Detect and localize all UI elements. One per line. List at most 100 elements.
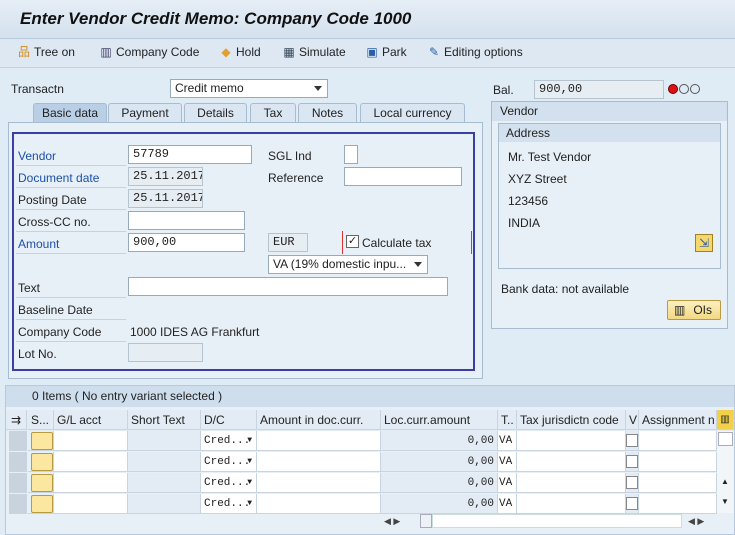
v-checkbox[interactable]: [626, 452, 639, 472]
tab-local-currency[interactable]: Local currency: [360, 103, 465, 123]
amount-doc-cell[interactable]: [257, 473, 381, 493]
column-header[interactable]: S...: [28, 410, 54, 430]
amount-input[interactable]: 900,00: [128, 233, 245, 252]
assignment-cell[interactable]: [639, 494, 717, 514]
local-amount-cell: 0,00: [381, 431, 498, 451]
v-checkbox[interactable]: [626, 431, 639, 451]
tree-on-label: Tree on: [34, 45, 75, 59]
hold-icon: ◆: [221, 45, 231, 59]
debit-credit-dropdown[interactable]: Cred... ▼: [201, 431, 257, 451]
vertical-scrollbar[interactable]: ▲ ▼: [717, 431, 734, 513]
tab-details[interactable]: Details: [184, 103, 247, 123]
tab-basic-data[interactable]: Basic data: [33, 103, 107, 123]
tree-on-button[interactable]: 品 Tree on: [17, 45, 75, 59]
status-button[interactable]: [28, 452, 54, 472]
chevron-down-icon: ▼: [247, 478, 252, 487]
company-code-label: Company Code: [116, 45, 200, 59]
title-bar: Enter Vendor Credit Memo: Company Code 1…: [0, 0, 735, 39]
amount-doc-cell[interactable]: [257, 494, 381, 514]
hold-button[interactable]: ◆ Hold: [219, 45, 260, 59]
debit-credit-dropdown[interactable]: Cred... ▼: [201, 452, 257, 472]
transaction-label: Transactn: [11, 82, 64, 96]
select-all-icon[interactable]: ⇉: [6, 410, 27, 430]
tax-code-cell[interactable]: VA: [498, 452, 517, 472]
editing-options-button[interactable]: ✎ Editing options: [427, 45, 523, 59]
v-checkbox[interactable]: [626, 473, 639, 493]
scroll-up-icon[interactable]: ▲: [721, 477, 729, 486]
column-header[interactable]: D/C: [201, 410, 257, 430]
column-header[interactable]: G/L acct: [54, 410, 128, 430]
column-config-icon[interactable]: ▥: [717, 410, 734, 430]
posting-date-input[interactable]: 25.11.2017: [128, 189, 203, 208]
column-header[interactable]: Short Text: [128, 410, 201, 430]
assignment-cell[interactable]: [639, 473, 717, 493]
reference-input[interactable]: [344, 167, 462, 186]
debit-credit-dropdown[interactable]: Cred... ▼: [201, 494, 257, 514]
document-date-input[interactable]: 25.11.2017: [128, 167, 203, 186]
short-text-cell: [128, 494, 201, 514]
tax-code-cell[interactable]: VA: [498, 494, 517, 514]
scroll-down-icon[interactable]: ▼: [721, 497, 729, 506]
tax-code-cell[interactable]: VA: [498, 473, 517, 493]
cross-cc-input[interactable]: [128, 211, 245, 230]
assignment-cell[interactable]: [639, 452, 717, 472]
sgl-input[interactable]: [344, 145, 358, 164]
calculate-tax-checkbox[interactable]: ✓ Calculate tax: [342, 231, 472, 254]
gl-account-cell[interactable]: [54, 473, 128, 493]
horizontal-scrollbar-thumb[interactable]: [420, 514, 432, 528]
tax-jurisdiction-cell[interactable]: [517, 473, 626, 493]
gl-account-cell[interactable]: [54, 452, 128, 472]
column-header[interactable]: Tax jurisdictn code: [517, 410, 626, 430]
address-line: INDIA: [508, 216, 541, 230]
tax-jurisdiction-cell[interactable]: [517, 431, 626, 451]
tax-jurisdiction-cell[interactable]: [517, 494, 626, 514]
column-header[interactable]: Amount in doc.curr.: [257, 410, 381, 430]
amount-doc-cell[interactable]: [257, 452, 381, 472]
tax-code-dropdown[interactable]: VA (19% domestic inpu...: [268, 255, 428, 274]
gl-account-cell[interactable]: [54, 494, 128, 514]
row-selector[interactable]: [9, 473, 27, 493]
open-items-button[interactable]: ▥ OIs: [667, 300, 721, 320]
pencil-icon: ✎: [428, 45, 440, 59]
lot-number-input[interactable]: [128, 343, 203, 362]
address-line: XYZ Street: [508, 172, 567, 186]
row-selector[interactable]: [9, 494, 27, 514]
local-amount-cell: 0,00: [381, 452, 498, 472]
chevron-down-icon: ▼: [247, 436, 252, 445]
text-input[interactable]: [128, 277, 448, 296]
status-button[interactable]: [28, 473, 54, 493]
simulate-button[interactable]: ▦ Simulate: [282, 45, 345, 59]
assignment-cell[interactable]: [639, 431, 717, 451]
column-header[interactable]: T..: [498, 410, 517, 430]
tree-icon: 品: [17, 45, 30, 59]
company-code-button[interactable]: ▥ Company Code: [99, 45, 199, 59]
vendor-input[interactable]: 57789: [128, 145, 252, 164]
horizontal-scroll-left-arrows[interactable]: ◀ ▶: [384, 516, 400, 527]
vendor-panel: Vendor Address Mr. Test Vendor XYZ Stree…: [491, 101, 728, 329]
address-title: Address: [499, 124, 720, 142]
horizontal-scroll-right-arrows[interactable]: ◀ ▶: [688, 516, 704, 527]
tax-jurisdiction-cell[interactable]: [517, 452, 626, 472]
tab-payment[interactable]: Payment: [108, 103, 182, 123]
debit-credit-dropdown[interactable]: Cred... ▼: [201, 473, 257, 493]
open-items-label: OIs: [693, 303, 713, 317]
column-header[interactable]: Assignment n: [639, 410, 717, 430]
gl-account-cell[interactable]: [54, 431, 128, 451]
currency-field: EUR: [268, 233, 308, 252]
column-header[interactable]: V: [626, 410, 639, 430]
horizontal-scrollbar[interactable]: [432, 514, 682, 528]
address-detail-icon[interactable]: ⇲: [695, 234, 713, 252]
status-button[interactable]: [28, 494, 54, 514]
v-checkbox[interactable]: [626, 494, 639, 514]
row-selector[interactable]: [9, 452, 27, 472]
amount-doc-cell[interactable]: [257, 431, 381, 451]
status-button[interactable]: [28, 431, 54, 451]
balance-status-lights: [668, 84, 700, 94]
column-header[interactable]: Loc.curr.amount: [381, 410, 498, 430]
park-button[interactable]: ▣ Park: [365, 45, 406, 59]
tab-tax[interactable]: Tax: [250, 103, 296, 123]
tab-notes[interactable]: Notes: [298, 103, 357, 123]
transaction-dropdown[interactable]: Credit memo: [170, 79, 328, 98]
row-selector[interactable]: [9, 431, 27, 451]
tax-code-cell[interactable]: VA: [498, 431, 517, 451]
